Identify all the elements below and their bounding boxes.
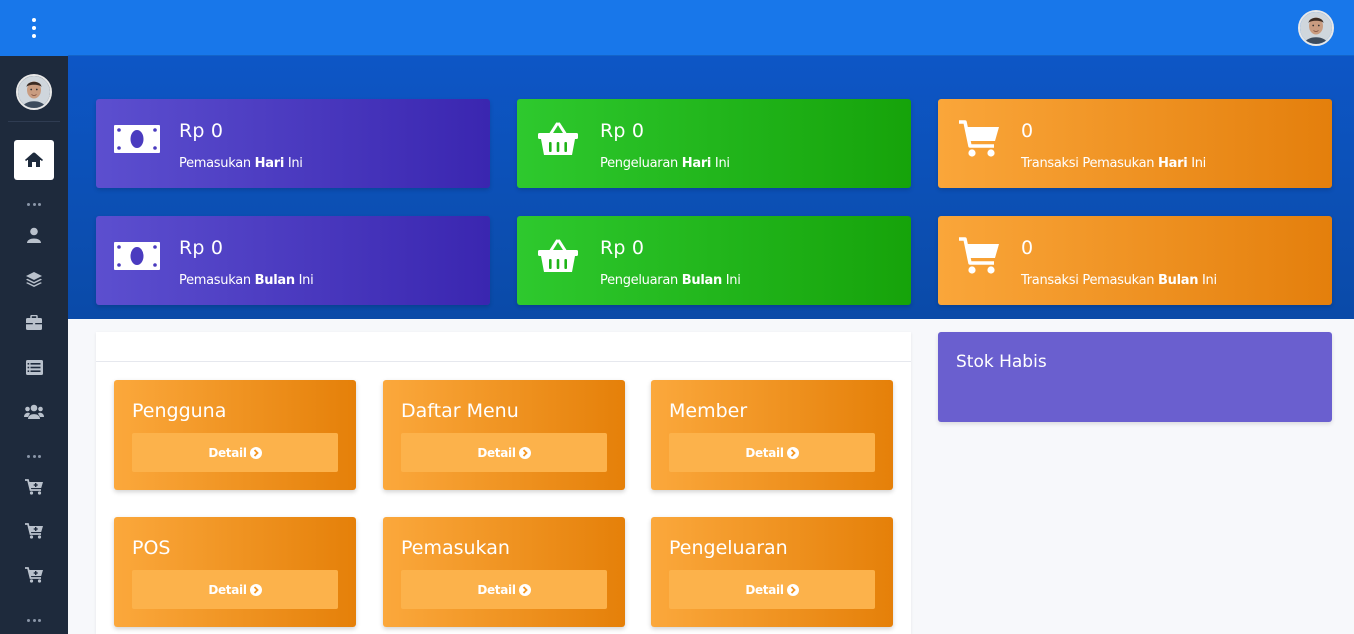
detail-button[interactable]: Detail [132,433,338,472]
stat-value: Rp 0 [600,120,645,142]
menu-card-title: Pemasukan [401,537,510,559]
detail-label: Detail [208,445,247,460]
chevron-right-circle-icon [518,446,531,459]
detail-button[interactable]: Detail [669,570,875,609]
sidebar-item-cart-1[interactable] [14,467,54,507]
sidebar [0,0,68,634]
menu-card-daftar-menu: Daftar Menu Detail [383,380,625,490]
menu-card-title: Daftar Menu [401,400,519,422]
menu-card-title: Pengguna [132,400,227,422]
detail-button[interactable]: Detail [401,433,607,472]
shopping-cart-icon [956,119,1002,159]
sidebar-item-layers[interactable] [14,259,54,299]
menu-card-title: Member [669,400,748,422]
chevron-right-circle-icon [249,446,262,459]
detail-button[interactable]: Detail [132,570,338,609]
stat-card-expense-today: Rp 0 Pengeluaran Hari Ini [517,99,911,188]
stat-card-income-month: Rp 0 Pemasukan Bulan Ini [96,216,490,305]
menu-card-title: POS [132,537,171,559]
menu-card-pengguna: Pengguna Detail [114,380,356,490]
detail-button[interactable]: Detail [669,433,875,472]
sidebar-divider [8,121,60,122]
stat-label: Pemasukan Hari Ini [179,156,303,171]
cart-plus-icon [24,567,43,583]
sidebar-item-briefcase[interactable] [14,303,54,343]
chevron-right-circle-icon [518,583,531,596]
stat-value: 0 [1021,237,1034,259]
stat-card-transactions-today: 0 Transaksi Pemasukan Hari Ini [938,99,1332,188]
list-icon [25,359,43,375]
stat-value: Rp 0 [179,237,224,259]
money-bill-icon [114,119,160,159]
home-icon [25,152,43,167]
stat-card-expense-month: Rp 0 Pengeluaran Bulan Ini [517,216,911,305]
sidebar-header [0,0,68,56]
sidebar-item-users[interactable] [14,391,54,431]
stat-value: Rp 0 [600,237,645,259]
sidebar-item-user[interactable] [14,215,54,255]
user-icon [27,227,41,243]
users-icon [24,404,44,419]
sidebar-item-list[interactable] [14,347,54,387]
stok-habis-title: Stok Habis [956,352,1047,372]
sidebar-separator-dots [27,455,41,459]
detail-label: Detail [208,582,247,597]
cart-plus-icon [24,523,43,539]
chevron-right-circle-icon [786,583,799,596]
detail-button[interactable]: Detail [401,570,607,609]
chevron-right-circle-icon [786,446,799,459]
stat-label: Pengeluaran Hari Ini [600,156,730,171]
stat-label: Pemasukan Bulan Ini [179,273,314,288]
stat-value: Rp 0 [179,120,224,142]
detail-label: Detail [745,445,784,460]
stok-habis-card: Stok Habis [938,332,1332,422]
briefcase-icon [26,315,42,330]
menu-card-pemasukan: Pemasukan Detail [383,517,625,627]
sidebar-item-home[interactable] [14,140,54,180]
topbar [68,0,1354,56]
layers-icon [26,272,42,287]
sidebar-item-cart-3[interactable] [14,555,54,595]
sidebar-avatar[interactable] [16,74,52,110]
sidebar-item-cart-2[interactable] [14,511,54,551]
menu-card-title: Pengeluaran [669,537,788,559]
menu-card-member: Member Detail [651,380,893,490]
stat-label: Transaksi Pemasukan Bulan Ini [1021,273,1217,288]
sidebar-separator-dots [27,203,41,207]
cart-plus-icon [24,479,43,495]
menu-card-pos: POS Detail [114,517,356,627]
shopping-cart-icon [956,236,1002,276]
detail-label: Detail [477,445,516,460]
stat-label: Pengeluaran Bulan Ini [600,273,741,288]
detail-label: Detail [477,582,516,597]
detail-label: Detail [745,582,784,597]
basket-icon [535,119,581,159]
stat-label: Transaksi Pemasukan Hari Ini [1021,156,1206,171]
menu-card-pengeluaran: Pengeluaran Detail [651,517,893,627]
basket-icon [535,236,581,276]
panel-header [96,332,911,362]
stat-value: 0 [1021,120,1034,142]
kebab-menu-icon[interactable] [32,18,36,38]
topbar-avatar[interactable] [1298,10,1334,46]
money-bill-icon [114,236,160,276]
sidebar-separator-dots [27,619,41,623]
stat-card-income-today: Rp 0 Pemasukan Hari Ini [96,99,490,188]
stat-card-transactions-month: 0 Transaksi Pemasukan Bulan Ini [938,216,1332,305]
chevron-right-circle-icon [249,583,262,596]
